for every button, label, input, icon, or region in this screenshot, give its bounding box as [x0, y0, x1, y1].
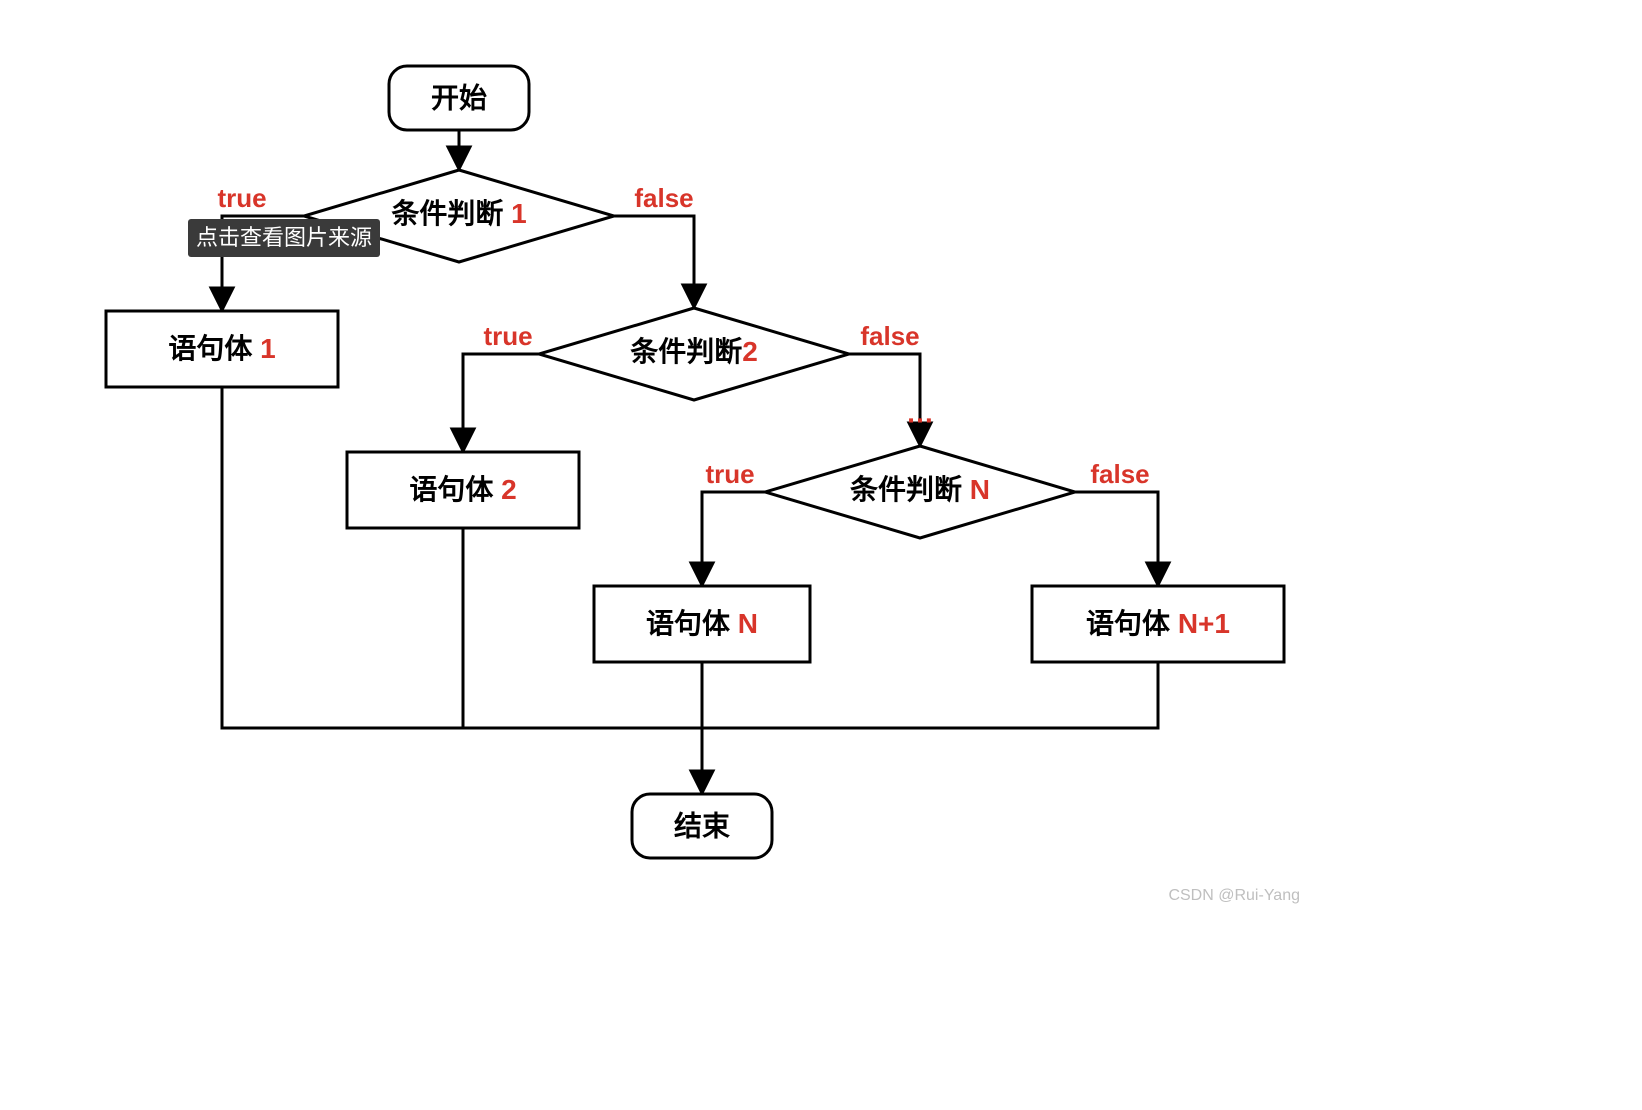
- body1-label: 语句体 1: [168, 333, 275, 364]
- image-source-tooltip-label: 点击查看图片来源: [196, 225, 372, 250]
- cond2-label: 条件判断2: [630, 335, 758, 367]
- edge-cond2-true: [463, 354, 539, 452]
- condN-label: 条件判断 N: [850, 473, 990, 505]
- label-condN-true: true: [705, 459, 754, 489]
- cond1-label: 条件判断 1: [391, 197, 526, 229]
- end-label: 结束: [674, 810, 730, 841]
- ellipsis-label: …: [906, 397, 934, 428]
- label-cond1-true: true: [217, 183, 266, 213]
- flowchart: 开始 条件判断 1 true false 语句体 1 条件判断2 true fa…: [0, 0, 1642, 1110]
- edge-condN-false: [1075, 492, 1158, 586]
- watermark: CSDN @Rui-Yang: [1168, 887, 1300, 904]
- edge-cond1-false: [614, 216, 694, 308]
- edge-bodyN1-merge: [702, 662, 1158, 728]
- edge-condN-true: [702, 492, 765, 586]
- label-cond1-false: false: [634, 183, 693, 213]
- label-cond2-false: false: [860, 321, 919, 351]
- label-cond2-true: true: [483, 321, 532, 351]
- bodyN-label: 语句体 N: [646, 608, 758, 639]
- bodyN1-label: 语句体 N+1: [1086, 608, 1230, 639]
- label-condN-false: false: [1090, 459, 1149, 489]
- start-label: 开始: [431, 82, 487, 113]
- body2-label: 语句体 2: [409, 474, 516, 505]
